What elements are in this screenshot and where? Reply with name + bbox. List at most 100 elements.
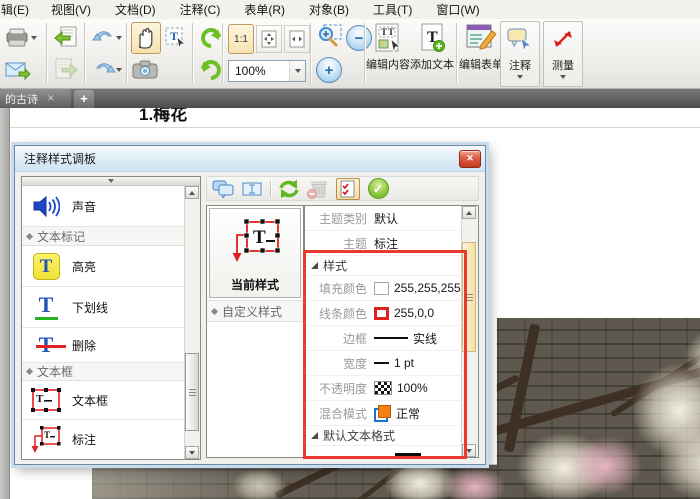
select-text-button[interactable]: T xyxy=(162,24,190,52)
list-header-text-markup[interactable]: 文本标记 xyxy=(22,227,185,246)
print-button[interactable] xyxy=(4,24,38,52)
fit-width-button[interactable] xyxy=(284,25,310,53)
new-tab-button[interactable]: + xyxy=(74,90,94,108)
redo-button[interactable] xyxy=(90,56,124,84)
comment-tools-label: 注释 xyxy=(509,60,531,72)
textbox-icon: T xyxy=(29,387,63,414)
menu-view[interactable]: 视图(V) xyxy=(39,1,103,18)
zoom-in-icon: + xyxy=(316,57,342,83)
scroll-up-button[interactable] xyxy=(462,206,476,219)
property-row-blend-mode: 混合模式 正常 xyxy=(305,401,462,426)
properties-scrollbar[interactable] xyxy=(461,206,478,457)
zoom-combo-arrow[interactable] xyxy=(289,61,305,81)
menu-window[interactable]: 窗口(W) xyxy=(424,1,491,18)
comment-tools-button[interactable]: 注释 xyxy=(500,21,540,87)
menu-tools[interactable]: 工具(T) xyxy=(361,1,424,18)
list-item-sound[interactable]: 声音 xyxy=(22,186,185,227)
list-header-textbox[interactable]: 文本框 xyxy=(22,363,185,381)
diamond-bullet-icon xyxy=(25,232,34,240)
zoom-level-combobox[interactable]: 100% xyxy=(228,60,306,82)
menu-bar: 辑(E) 视图(V) 文档(D) 注释(C) 表单(R) 对象(B) 工具(T)… xyxy=(0,0,700,20)
toolbar-separator xyxy=(456,23,457,83)
toolbar-separator xyxy=(310,23,311,83)
actual-size-button[interactable]: 1:1 xyxy=(228,24,254,54)
current-style-item[interactable]: T 当前样式 xyxy=(209,208,301,298)
list-header-label: 文本框 xyxy=(37,365,74,379)
list-header-label: 文本标记 xyxy=(37,229,86,244)
zoom-in-button[interactable]: + xyxy=(315,56,343,84)
scroll-down-button[interactable] xyxy=(462,444,476,457)
section-header-style[interactable]: 样式 xyxy=(305,256,462,276)
line-color-swatch[interactable] xyxy=(374,306,389,320)
hand-tool-button[interactable] xyxy=(131,22,161,54)
comment-popup-button[interactable] xyxy=(212,179,234,199)
menu-object[interactable]: 对象(B) xyxy=(297,1,361,18)
textfield-style-button[interactable] xyxy=(241,179,263,199)
fit-page-button[interactable] xyxy=(256,25,282,53)
list-scrollbar[interactable] xyxy=(184,186,200,459)
list-collapse-handle[interactable] xyxy=(22,177,200,186)
section-header-default-text-format[interactable]: 默认文本格式 xyxy=(305,426,462,446)
redo-icon xyxy=(96,63,116,73)
property-row-line-color: 线条颜色 255,0,0 xyxy=(305,301,462,326)
property-value[interactable]: 255,255,255 xyxy=(374,281,461,295)
scroll-down-button[interactable] xyxy=(185,446,199,459)
custom-styles-header[interactable]: 自定义样式 xyxy=(207,300,303,322)
add-text-icon: T xyxy=(418,21,446,55)
menu-document[interactable]: 文档(D) xyxy=(103,1,168,18)
rotate-right-button[interactable] xyxy=(197,56,225,84)
list-item-label: 高亮 xyxy=(72,259,97,274)
text-format-line-preview xyxy=(395,453,421,457)
property-label: 混合模式 xyxy=(318,406,367,421)
list-item-underline[interactable]: T 下划线 xyxy=(22,287,185,328)
navigation-splitter[interactable] xyxy=(0,108,10,499)
property-value[interactable]: 默认 xyxy=(374,210,398,227)
dialog-close-button[interactable]: ✕ xyxy=(459,150,481,168)
fill-color-swatch[interactable] xyxy=(374,281,389,295)
list-item-label: 下划线 xyxy=(72,300,109,315)
property-value[interactable]: 1 pt xyxy=(374,356,414,370)
property-value[interactable]: 100% xyxy=(374,381,428,395)
tab-close-icon[interactable]: ✕ xyxy=(47,93,55,104)
property-label: 主题 xyxy=(342,236,367,251)
list-item-strikeout[interactable]: T 删除 xyxy=(22,328,185,363)
comments-icon xyxy=(212,180,234,198)
next-view-button[interactable] xyxy=(52,56,80,84)
email-button[interactable] xyxy=(4,56,32,84)
dialog-title-bar[interactable]: 注释样式调板 xyxy=(15,146,485,172)
edit-content-button[interactable]: T T 编辑内容 xyxy=(366,21,410,85)
marquee-zoom-button[interactable] xyxy=(315,23,343,51)
menu-comment[interactable]: 注释(C) xyxy=(168,1,233,18)
list-item-textbox[interactable]: T 文本框 xyxy=(22,381,185,420)
measure-tools-button[interactable]: 测量 xyxy=(543,21,583,87)
property-value[interactable]: 实线 xyxy=(374,330,437,347)
property-value[interactable]: 正常 xyxy=(374,404,420,422)
menu-form[interactable]: 表单(R) xyxy=(232,1,297,18)
rotate-left-button[interactable] xyxy=(197,24,225,52)
svg-text:T: T xyxy=(381,27,387,37)
list-item-label: 文本框 xyxy=(72,393,109,408)
menu-edit[interactable]: 辑(E) xyxy=(0,1,39,18)
document-tab[interactable]: 的古诗 ✕ xyxy=(0,89,71,108)
refresh-styles-button[interactable] xyxy=(278,179,300,199)
add-text-button[interactable]: T 添加文本 xyxy=(410,21,454,85)
style-checklist-button[interactable] xyxy=(336,177,360,200)
list-item-callout[interactable]: T 标注 xyxy=(22,420,185,458)
properties-scrollbar-thumb[interactable] xyxy=(462,242,476,352)
delete-style-button[interactable] xyxy=(307,179,329,199)
property-label: 线条颜色 xyxy=(318,306,367,321)
list-scrollbar-thumb[interactable] xyxy=(185,353,199,431)
property-row-partial xyxy=(305,453,462,457)
undo-icon xyxy=(92,31,112,41)
undo-button[interactable] xyxy=(90,24,124,52)
apply-style-button[interactable]: ✓ xyxy=(367,178,389,199)
toolbar-separator xyxy=(46,23,47,83)
snapshot-button[interactable] xyxy=(131,56,159,84)
property-value[interactable]: 255,0,0 xyxy=(374,306,434,320)
scroll-up-button[interactable] xyxy=(185,186,199,199)
rotate-right-icon xyxy=(201,60,221,80)
property-value[interactable]: 标注 xyxy=(374,235,398,252)
edit-form-button[interactable]: 编辑表单 xyxy=(459,21,503,85)
list-item-highlight[interactable]: T 高亮 xyxy=(22,246,185,287)
previous-view-button[interactable] xyxy=(52,24,80,52)
